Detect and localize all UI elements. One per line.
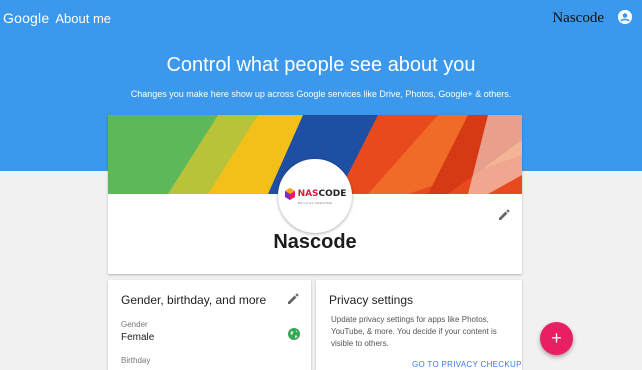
basics-card: Gender, birthday, and more Gender Female… xyxy=(108,280,311,370)
basics-card-title: Gender, birthday, and more xyxy=(121,293,267,307)
add-fab-button[interactable]: + xyxy=(540,322,573,355)
gender-value: Female xyxy=(121,332,155,343)
brand[interactable]: Google About me xyxy=(3,10,111,26)
profile-avatar[interactable]: NASCODE BUILD AS AWESOME xyxy=(278,159,352,233)
page-subheadline: Changes you make here show up across Goo… xyxy=(130,89,512,99)
pencil-icon xyxy=(499,209,510,220)
logo-tagline: BUILD AS AWESOME xyxy=(297,200,333,205)
app-title: About me xyxy=(55,11,112,26)
profile-card: NASCODE BUILD AS AWESOME Nascode xyxy=(108,115,522,274)
pencil-icon xyxy=(288,293,299,304)
account-name[interactable]: Nascode xyxy=(552,10,604,27)
gender-label: Gender xyxy=(121,320,148,329)
top-bar: Google About me Nascode xyxy=(0,0,642,38)
hexagon-logo-icon xyxy=(284,187,295,200)
page-headline: Control what people see about you xyxy=(166,54,476,76)
privacy-card: Privacy settings Update privacy settings… xyxy=(316,280,522,370)
logo-wordmark: NASCODE xyxy=(297,188,347,199)
nascode-logo: NASCODE xyxy=(284,187,347,200)
globe-icon[interactable] xyxy=(288,327,300,340)
add-icon: + xyxy=(551,328,562,348)
birthday-label: Birthday xyxy=(121,356,151,365)
privacy-description: Update privacy settings for apps like Ph… xyxy=(331,315,497,348)
edit-profile-button[interactable] xyxy=(496,207,512,223)
privacy-card-title: Privacy settings xyxy=(329,293,414,307)
edit-basics-button[interactable] xyxy=(287,292,301,306)
account-circle-icon[interactable] xyxy=(618,10,632,24)
privacy-checkup-link[interactable]: GO TO PRIVACY CHECKUP xyxy=(412,360,522,369)
google-wordmark: Google xyxy=(3,10,50,26)
profile-name: Nascode xyxy=(273,231,357,253)
